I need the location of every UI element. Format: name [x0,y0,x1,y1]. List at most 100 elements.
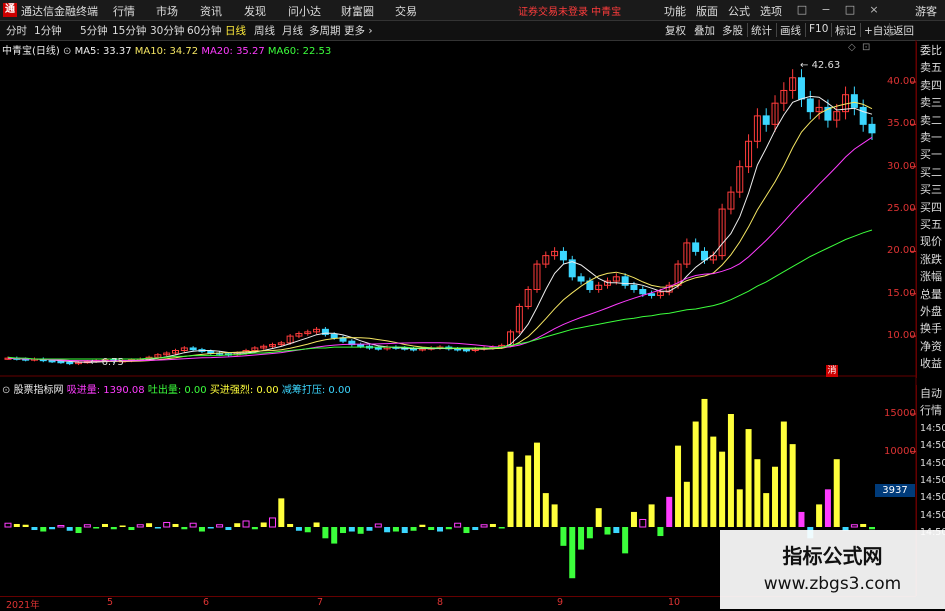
candle-body [462,349,470,352]
quote-panel: 委比卖五卖四卖三卖二卖一买一买二买三买四买五现价涨跌涨幅总量外盘换手净资收益 [916,42,945,378]
candle-body [868,123,876,134]
candle-body [577,276,585,282]
volume-bar [666,496,673,527]
quote-panel-item[interactable]: 换手 [920,322,945,336]
low-price-annotation: ← 6.75 [90,357,124,368]
volume-axis-label: 10000 [884,445,916,457]
volume-bar [428,527,435,531]
volume-bar [101,523,108,527]
quote-panel-item[interactable]: 涨跌 [920,253,945,267]
volume-bar [260,522,267,527]
volume-bar [816,504,823,527]
volume-bar [31,527,38,531]
volume-bar [489,523,496,527]
quote-panel-item[interactable]: 现价 [920,235,945,249]
volume-bar [445,527,452,530]
volume-bar [181,527,188,530]
volume-bar [93,527,100,529]
ma60-line [7,229,873,360]
price-axis-label: 25.00 [887,203,916,215]
volume-bar [410,527,417,531]
volume-bar [287,523,294,527]
volume-bar [613,527,620,534]
stock-chart-svg[interactable] [0,0,945,609]
quote-panel-item[interactable]: 买四 [920,201,945,215]
candle-body [559,250,567,261]
volume-bar [392,527,399,532]
tick-panel-item[interactable]: 14:50 [920,439,945,453]
quote-panel-item[interactable]: 买一 [920,148,945,162]
tick-panel-item[interactable]: 14:50 [920,509,945,523]
price-axis-label: 10.00 [887,330,916,342]
volume-bar [710,436,717,527]
candle-body [692,242,700,252]
quote-panel-item[interactable]: 卖四 [920,79,945,93]
volume-bar [22,524,29,527]
quote-panel-item[interactable]: 净资 [920,340,945,354]
volume-bar [128,527,135,531]
volume-value-badge: 3937 [875,484,915,497]
candle-body [797,77,805,100]
volume-bar [639,518,647,528]
volume-bar [172,523,179,527]
quote-panel-item[interactable]: 涨幅 [920,270,945,284]
quote-panel-item[interactable]: 卖二 [920,114,945,128]
volume-bar [657,527,664,537]
volume-bar [472,527,479,531]
volume-bar [586,527,593,539]
event-marker[interactable]: 消 [826,365,838,377]
tick-panel-item[interactable]: 行情 [920,404,945,418]
price-axis-label: 30.00 [887,160,916,172]
volume-bar [366,527,373,531]
price-axis-label: 35.00 [887,118,916,130]
volume-bar [525,455,532,527]
arrow-left-icon: ← [800,60,812,71]
volume-bar [419,524,426,527]
price-axis-label: 15.00 [887,287,916,299]
date-axis-label: 5 [107,597,114,608]
watermark-title: 指标公式网 [782,544,883,568]
volume-bar [75,527,82,534]
tick-panel-item[interactable]: 14:50 [920,422,945,436]
volume-bar [136,524,144,528]
volume-bar [533,442,540,527]
quote-panel-item[interactable]: 卖五 [920,61,945,75]
tick-panel-item[interactable]: 14:50 [920,474,945,488]
tick-panel-item[interactable]: 自动 [920,387,945,401]
volume-bar [13,523,20,527]
quote-panel-item[interactable]: 总量 [920,288,945,302]
quote-panel-item[interactable]: 外盘 [920,305,945,319]
volume-bar [701,398,708,527]
quote-panel-item[interactable]: 收益 [920,357,945,371]
volume-bar [736,489,743,527]
volume-bar [480,524,488,528]
volume-bar [189,522,197,528]
quote-panel-item[interactable]: 卖一 [920,131,945,145]
quote-panel-item[interactable]: 买五 [920,218,945,232]
volume-bar [225,527,232,531]
quote-panel-item[interactable]: 委比 [920,44,945,58]
volume-bar [437,527,443,532]
volume-bar [313,522,320,527]
volume-bar [146,523,153,527]
quote-panel-item[interactable]: 买三 [920,183,945,197]
volume-bar [83,524,91,528]
volume-bar [745,429,752,527]
tick-panel-item[interactable]: 14:50 [920,457,945,471]
volume-bar [754,459,761,527]
quote-panel-item[interactable]: 买二 [920,166,945,180]
volume-bar [683,481,690,527]
date-axis-label: 7 [317,597,324,608]
tick-panel-item[interactable]: 14:50 [920,491,945,505]
candle-body [859,106,867,125]
volume-bar [542,493,549,527]
volume-bar [242,520,250,528]
candle-body [66,361,74,365]
volume-bar [578,527,585,550]
volume-bar [295,527,302,531]
quote-panel-item[interactable]: 卖三 [920,96,945,110]
volume-bar [727,414,734,527]
volume-bar [278,498,285,527]
volume-bar [110,527,117,530]
volume-bar [551,504,558,527]
